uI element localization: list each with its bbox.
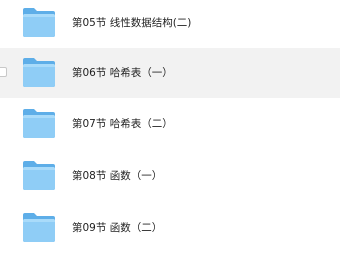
file-list: 第05节 线性数据结构(二) 第06节 哈希表（一） 第07节 哈希表（二） 第…	[0, 0, 340, 252]
file-row[interactable]: 第06节 哈希表（一）	[0, 48, 340, 98]
file-name[interactable]: 第07节 哈希表（二）	[72, 99, 173, 149]
file-name[interactable]: 第08节 函数（一）	[72, 151, 162, 201]
row-checkbox[interactable]	[0, 67, 7, 77]
file-row[interactable]: 第09节 函数（二）	[0, 203, 340, 253]
file-row[interactable]: 第08节 函数（一）	[0, 151, 340, 201]
folder-icon	[22, 6, 56, 38]
folder-icon	[22, 56, 56, 88]
file-name[interactable]: 第06节 哈希表（一）	[72, 48, 173, 98]
folder-icon	[22, 107, 56, 139]
folder-icon	[22, 211, 56, 243]
file-name[interactable]: 第05节 线性数据结构(二)	[72, 0, 191, 48]
file-row[interactable]: 第05节 线性数据结构(二)	[0, 0, 340, 48]
file-name[interactable]: 第09节 函数（二）	[72, 203, 162, 253]
file-row[interactable]: 第07节 哈希表（二）	[0, 99, 340, 149]
folder-icon	[22, 159, 56, 191]
